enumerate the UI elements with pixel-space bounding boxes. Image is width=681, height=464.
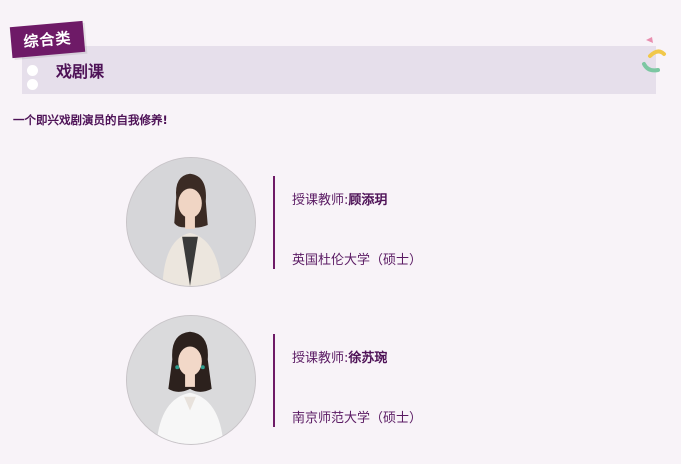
teacher-avatar <box>126 157 256 287</box>
teacher-education: 英国杜伦大学（硕士） <box>292 253 423 268</box>
teacher-label: 授课教师: <box>292 193 349 208</box>
divider-line <box>273 334 275 427</box>
teacher-name: 顾添玥 <box>348 193 388 208</box>
decorative-dot <box>27 65 38 76</box>
teacher-name: 徐苏琬 <box>348 351 388 366</box>
teacher-name-line: 授课教师:顾添玥 <box>292 189 387 208</box>
decorative-dot <box>27 79 38 90</box>
teacher-card: 授课教师:顾添玥 英国杜伦大学（硕士） <box>0 157 681 289</box>
teacher-avatar <box>126 315 256 445</box>
course-title: 戏剧课 <box>56 62 105 81</box>
header-band <box>22 46 656 94</box>
teacher-label: 授课教师: <box>292 351 349 366</box>
teacher-card: 授课教师:徐苏琬 南京师范大学（硕士） <box>0 315 681 447</box>
category-tag: 综合类 <box>9 20 86 59</box>
divider-line <box>273 176 275 269</box>
confetti-icon <box>642 37 666 73</box>
course-subtitle: 一个即兴戏剧演员的自我修养! <box>13 113 168 127</box>
teacher-name-line: 授课教师:徐苏琬 <box>292 347 387 366</box>
teacher-education: 南京师范大学（硕士） <box>292 411 423 426</box>
